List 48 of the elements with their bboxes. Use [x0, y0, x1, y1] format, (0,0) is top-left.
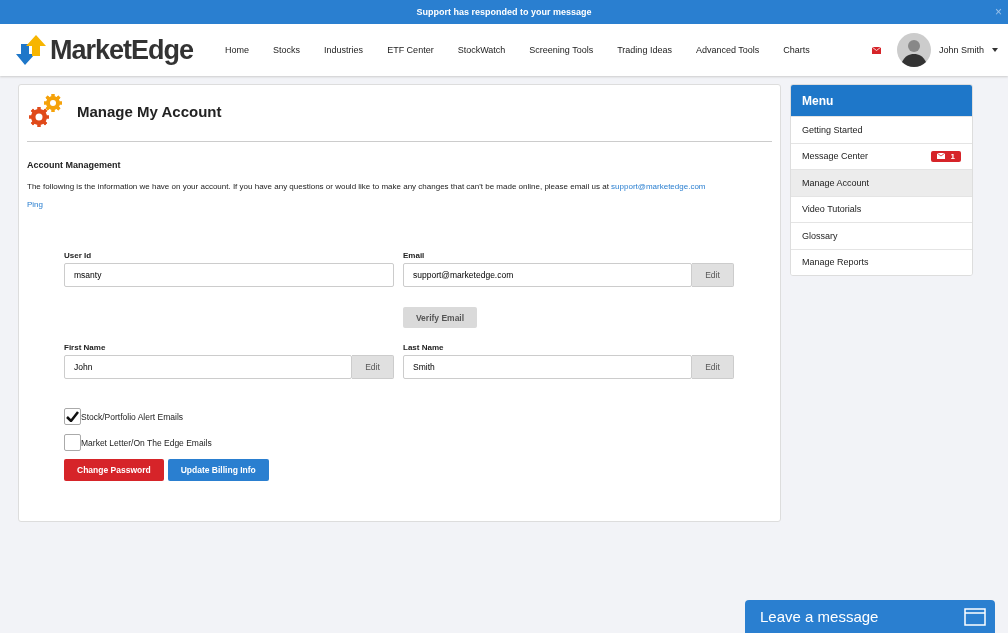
avatar-icon[interactable]	[896, 33, 931, 67]
field-label: Last Name	[403, 343, 445, 352]
email-link[interactable]: support@marketedge.com	[611, 182, 706, 191]
nav-link[interactable]: ETF Center	[375, 45, 446, 55]
gears-icon	[27, 93, 65, 129]
checkmark-icon	[66, 411, 79, 422]
nav-link[interactable]: Trading Ideas	[605, 45, 684, 55]
logo-text: MarketEdge	[50, 34, 194, 66]
section-heading: Account Management	[27, 160, 122, 170]
checkbox[interactable]	[64, 434, 81, 451]
nav-link[interactable]: Home	[213, 45, 262, 55]
nav-link[interactable]: Industries	[312, 45, 376, 55]
user-name[interactable]: John Smith	[938, 45, 984, 55]
field-label: First Name	[64, 343, 107, 352]
menu-title: Menu	[791, 85, 972, 116]
intro-text: The following is the information we have on your account. If you have any questions or would like to make any changes that can't be made online, please email us at support@marketedge.com	[27, 182, 707, 191]
envelope-icon	[936, 153, 945, 160]
menu-item[interactable]: Manage Account	[791, 169, 972, 196]
edit-button[interactable]: Edit	[692, 355, 734, 379]
nav-link[interactable]: Advanced Tools	[683, 45, 772, 55]
checkbox-label: Market Letter/On The Edge Emails	[81, 437, 212, 448]
input-field[interactable]: support@marketedge.com	[403, 263, 692, 287]
input-field[interactable]: Smith	[403, 355, 692, 379]
verify-email-button[interactable]: Verify Email	[403, 307, 477, 328]
nav-link[interactable]: Stocks	[261, 45, 313, 55]
input-field[interactable]: msanty	[64, 263, 394, 287]
banner-text: Support has responded to your message	[416, 7, 592, 17]
envelope-icon[interactable]	[871, 46, 881, 54]
window-icon	[964, 607, 986, 626]
field-label: Email	[403, 251, 426, 260]
chat-button[interactable]: Leave a message	[745, 600, 995, 633]
message-badge: 1	[930, 150, 961, 162]
checkbox-label: Stock/Portfolio Alert Emails	[81, 411, 184, 422]
action-button[interactable]: Change Password	[64, 459, 164, 481]
edit-button[interactable]: Edit	[692, 263, 734, 287]
page-title: Manage My Account	[77, 102, 222, 120]
ping-link[interactable]: Ping	[27, 200, 43, 209]
nav-link[interactable]: Charts	[771, 45, 822, 55]
arrows-logo-icon	[16, 34, 48, 66]
nav-link[interactable]: StockWatch	[445, 45, 518, 55]
action-button[interactable]: Update Billing Info	[167, 459, 269, 481]
input-field[interactable]: John	[64, 355, 352, 379]
edit-button[interactable]: Edit	[352, 355, 394, 379]
field-label: User Id	[64, 251, 93, 260]
caret-icon[interactable]	[992, 48, 998, 52]
checkbox[interactable]	[64, 408, 81, 425]
menu-item[interactable]: Manage Reports	[791, 248, 972, 275]
nav-link[interactable]: Screening Tools	[517, 45, 606, 55]
